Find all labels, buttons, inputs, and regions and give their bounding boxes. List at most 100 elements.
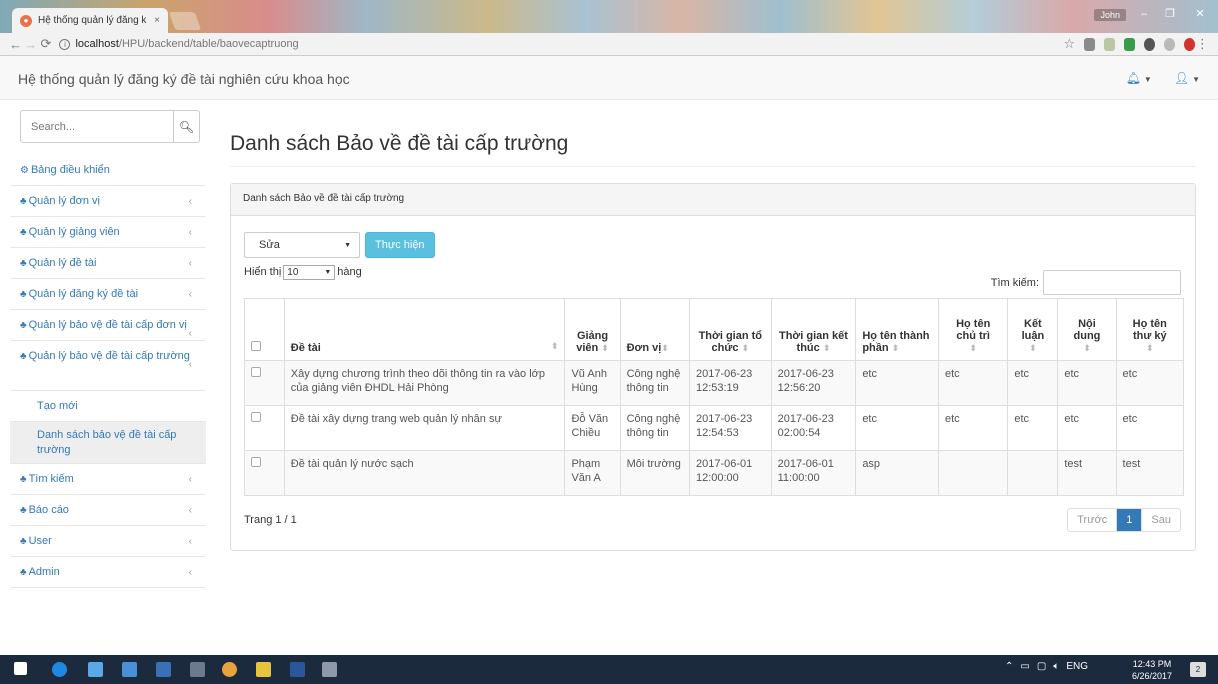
column-header-topic[interactable]: Đề tài ⬍ — [283, 298, 566, 361]
sidebar-item-units[interactable]: ♣ Quản lý đơn vị ‹ — [10, 186, 206, 217]
input-language[interactable]: ENG — [1066, 661, 1088, 672]
windows-start-icon[interactable] — [14, 662, 27, 675]
notification-center-icon[interactable]: 2 — [1190, 662, 1206, 677]
sort-icon: ⬍ — [1029, 343, 1037, 353]
table-cell — [937, 450, 1009, 496]
extension-icon[interactable] — [1163, 37, 1175, 51]
sidebar-item-admin[interactable]: ♣ Admin ‹ — [10, 557, 206, 588]
column-header-start-time[interactable]: Thời gian tổ chức ⬍ — [688, 298, 772, 361]
column-header-conclusion[interactable]: Kết luận ⬍ — [1007, 298, 1059, 361]
chevron-up-icon[interactable]: ⌃ — [1005, 661, 1013, 672]
taskbar-app-icon[interactable] — [88, 662, 103, 677]
taskbar-app-icon[interactable] — [122, 662, 137, 677]
extension-icon[interactable] — [1104, 37, 1116, 51]
table-cell: 2017-06-01 11:00:00 — [770, 450, 857, 496]
row-checkbox[interactable] — [251, 412, 261, 422]
chevron-left-icon: ‹ — [188, 473, 192, 485]
taskbar-app-icon[interactable] — [322, 662, 337, 677]
table-cell: etc — [1115, 405, 1185, 451]
sidebar-subitem-create[interactable]: Tạo mới — [10, 391, 206, 422]
select-all-checkbox[interactable] — [251, 341, 261, 351]
reload-icon[interactable]: ⟳ — [38, 36, 53, 52]
table-row[interactable]: Xây dựng chương trình theo dõi thông tin… — [244, 360, 1185, 406]
close-tab-icon[interactable]: × — [154, 15, 160, 26]
new-tab-button[interactable] — [168, 12, 202, 30]
sidebar-item-search[interactable]: ♣ Tìm kiếm ‹ — [10, 464, 206, 495]
chevron-left-icon: ‹ — [188, 195, 192, 207]
maximize-icon[interactable]: ❐ — [1158, 6, 1182, 22]
extension-icon[interactable] — [1084, 37, 1096, 51]
notifications-bell-icon[interactable]: 🔔︎ ▼ — [1126, 71, 1152, 85]
table-cell: test — [1057, 450, 1117, 496]
network-icon[interactable]: ▢ — [1037, 661, 1046, 672]
sidebar-item-label: Quản lý giảng viên — [28, 226, 120, 238]
sitemap-icon: ♣ — [20, 473, 27, 485]
file-explorer-icon[interactable] — [256, 662, 271, 677]
menu-dots-icon[interactable]: ⋮ — [1195, 36, 1210, 52]
sidebar-item-school-defense[interactable]: ♣ Quản lý bảo vệ đề tài cấp trường ‹ — [10, 341, 206, 391]
pagination-prev[interactable]: Trước — [1068, 509, 1118, 531]
column-header-lecturer[interactable]: Giảng viên ⬍ — [564, 298, 621, 361]
user-menu-icon[interactable]: 👤︎ ▼ — [1174, 71, 1200, 85]
table-cell: 2017-06-23 12:54:53 — [688, 405, 772, 451]
page-length-select[interactable]: 10 ▼ — [283, 264, 336, 280]
sidebar-item-registrations[interactable]: ♣ Quản lý đăng ký đề tài ‹ — [10, 279, 206, 310]
column-header-unit[interactable]: Đơn vị⬍ — [619, 298, 690, 361]
header-label: Thời gian kết thúc — [778, 330, 848, 354]
word-icon[interactable] — [290, 662, 305, 677]
window-user-badge[interactable]: John — [1094, 9, 1126, 21]
search-icon[interactable]: 🔍︎ — [173, 111, 199, 142]
edge-icon[interactable] — [52, 662, 67, 677]
forward-arrow-icon[interactable]: → — [23, 37, 38, 52]
table-cell: test — [1115, 450, 1185, 496]
row-select-cell — [244, 405, 285, 451]
minimize-icon[interactable]: – — [1132, 6, 1156, 22]
extension-icon[interactable] — [1124, 37, 1135, 51]
windows-taskbar: ⌃ ▭ ▢ 🔈︎ ENG 12:43 PM 6/26/2017 2 — [0, 655, 1218, 684]
chrome-icon[interactable] — [222, 662, 237, 677]
sidebar-search-input[interactable] — [21, 120, 173, 133]
sidebar-item-lecturers[interactable]: ♣ Quản lý giảng viên ‹ — [10, 217, 206, 248]
sidebar-subitem-list[interactable]: Danh sách bảo vệ đề tài cấp trường — [10, 422, 206, 464]
column-header-chair[interactable]: Họ tên chủ trì ⬍ — [937, 298, 1009, 361]
sidebar-item-dashboard[interactable]: ⚙ Bảng điều khiển — [10, 155, 206, 186]
row-checkbox[interactable] — [251, 457, 261, 467]
table-row[interactable]: Đề tài quản lý nước sạch Phạm Văn A Môi … — [244, 450, 1185, 496]
app-brand[interactable]: Hệ thống quản lý đăng ký đề tài nghiên c… — [18, 71, 350, 87]
extension-icon[interactable] — [1143, 37, 1155, 51]
table-cell: 2017-06-01 12:00:00 — [688, 450, 772, 496]
taskbar-clock[interactable]: 12:43 PM 6/26/2017 — [1132, 658, 1172, 682]
table-row[interactable]: Đề tài xây dựng trang web quản lý nhân s… — [244, 405, 1185, 451]
url-field[interactable]: i localhost/HPU/backend/table/baovecaptr… — [59, 35, 1059, 54]
bulk-action-select[interactable]: Sửa ▼ — [244, 232, 360, 258]
column-header-members[interactable]: Họ tên thành phần ⬍ — [855, 298, 939, 361]
battery-icon[interactable]: ▭ — [1020, 661, 1029, 672]
bookmark-star-icon[interactable]: ☆ — [1063, 36, 1075, 52]
table-cell — [1007, 450, 1059, 496]
pagination-next[interactable]: Sau — [1142, 509, 1180, 531]
close-window-icon[interactable]: ✕ — [1188, 6, 1212, 22]
row-checkbox[interactable] — [251, 367, 261, 377]
browser-tab[interactable]: ● Hệ thống quản lý đăng k × — [12, 8, 168, 33]
sidebar-item-reports[interactable]: ♣ Báo cáo ‹ — [10, 495, 206, 526]
table-search-input[interactable] — [1043, 270, 1181, 295]
chevron-left-icon: ‹ — [188, 535, 192, 547]
info-icon[interactable]: i — [59, 38, 71, 50]
volume-icon[interactable]: 🔈︎ — [1053, 661, 1059, 672]
taskbar-app-icon[interactable] — [190, 662, 205, 677]
back-arrow-icon[interactable]: ← — [8, 37, 23, 52]
sidebar-item-label: Admin — [28, 566, 60, 578]
column-header-secretary[interactable]: Họ tên thư ký ⬍ — [1115, 298, 1185, 361]
taskbar-app-icon[interactable] — [156, 662, 171, 677]
sidebar-item-unit-defense[interactable]: ♣ Quản lý bảo vệ đề tài cấp đơn vị ‹ — [10, 310, 206, 341]
pagination-page[interactable]: 1 — [1117, 509, 1143, 531]
sidebar-item-user[interactable]: ♣ User ‹ — [10, 526, 206, 557]
column-header-end-time[interactable]: Thời gian kết thúc ⬍ — [770, 298, 857, 361]
execute-button[interactable]: Thực hiện — [365, 232, 435, 258]
adblock-icon[interactable] — [1183, 37, 1195, 51]
sidebar-item-topics[interactable]: ♣ Quản lý đề tài ‹ — [10, 248, 206, 279]
table-cell: Phạm Văn A — [564, 450, 621, 496]
column-header-content[interactable]: Nội dung ⬍ — [1057, 298, 1117, 361]
app-navbar: Hệ thống quản lý đăng ký đề tài nghiên c… — [0, 56, 1218, 100]
header-label: Nội dung — [1073, 318, 1101, 342]
